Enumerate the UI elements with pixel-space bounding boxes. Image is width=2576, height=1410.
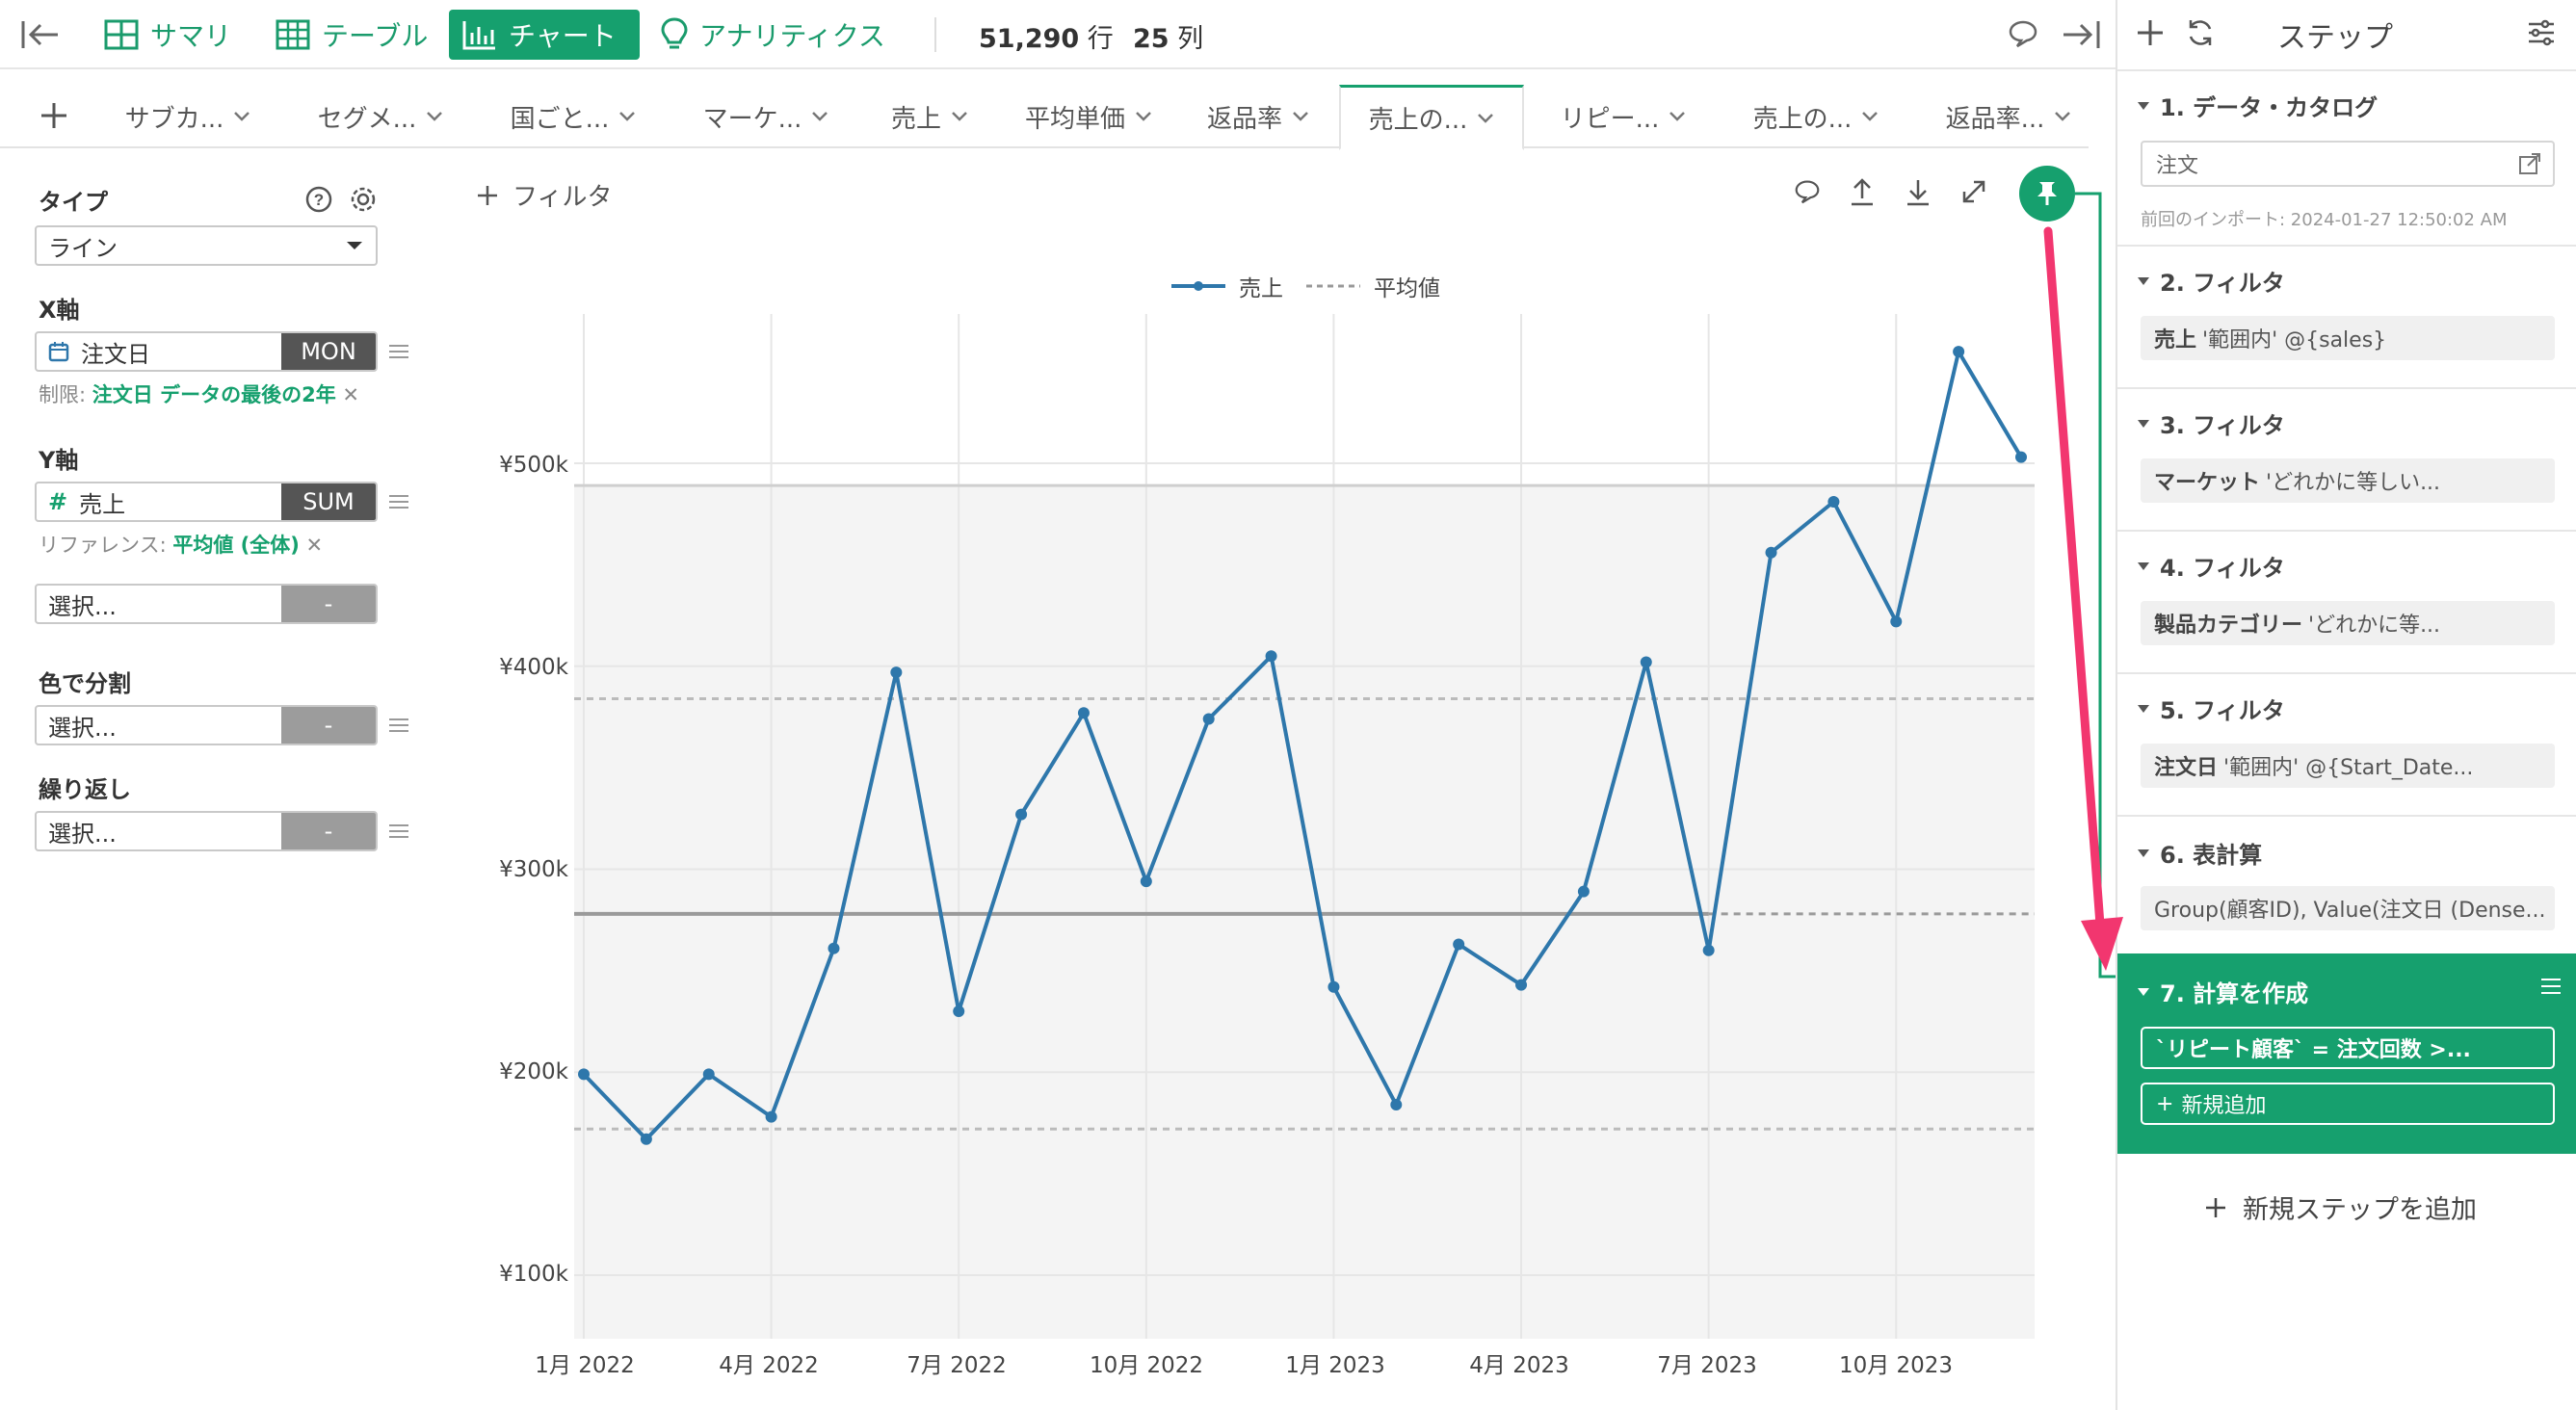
step-2-condition: '範囲内' @{sales} [2202, 328, 2387, 352]
data-point [1390, 1098, 1403, 1110]
step-1-source-field[interactable]: 注文 [2141, 141, 2555, 187]
steps-divider [2117, 387, 2576, 389]
step-3-field: マーケット [2154, 471, 2261, 495]
data-point [640, 1133, 652, 1145]
steps-panel: ステップ 1. データ・カタログ 注文 前回のインポート: 2024-01-27… [2116, 0, 2576, 1410]
steps-divider [2117, 530, 2576, 532]
caret-down-icon [2138, 704, 2149, 713]
step-2-field: 売上 [2154, 328, 2197, 352]
step-7-formula[interactable]: `リピート顧客` = 注文回数 >... [2141, 1027, 2555, 1069]
step-2-summary[interactable]: 売上 '範囲内' @{sales} [2141, 316, 2555, 360]
data-point [702, 1068, 715, 1081]
data-point [1265, 650, 1277, 663]
step-3-title: 3. フィルタ [2160, 412, 2285, 439]
step-4-condition: 'どれかに等... [2308, 614, 2441, 638]
step-6-summary[interactable]: Group(顧客ID), Value(注文日 (Dense... [2141, 886, 2555, 930]
step-3-header[interactable]: 3. フィルタ [2137, 406, 2285, 440]
data-point [1640, 656, 1652, 668]
data-point [1765, 546, 1777, 559]
step-5-condition: '範囲内' @{Start_Date... [2223, 756, 2474, 780]
step-7-title: 7. 計算を作成 [2160, 980, 2309, 1007]
step-5-summary[interactable]: 注文日 '範囲内' @{Start_Date... [2141, 744, 2555, 788]
step-4-summary[interactable]: 製品カテゴリー 'どれかに等... [2141, 601, 2555, 645]
steps-title: ステップ [2277, 21, 2393, 55]
caret-down-icon [2138, 987, 2149, 996]
step-2-header[interactable]: 2. フィルタ [2137, 264, 2285, 298]
add-step-icon[interactable] [2135, 17, 2166, 48]
step-6-title: 6. 表計算 [2160, 842, 2263, 869]
steps-divider [2117, 245, 2576, 247]
step-5-field: 注文日 [2154, 756, 2219, 780]
step-4-title: 4. フィルタ [2160, 555, 2285, 582]
step-1-title: 1. データ・カタログ [2160, 94, 2379, 121]
data-point [765, 1110, 777, 1123]
step-1-header[interactable]: 1. データ・カタログ [2137, 89, 2378, 122]
data-point [1327, 980, 1340, 993]
steps-divider [2117, 815, 2576, 817]
step-1-import-note: 前回のインポート: 2024-01-27 12:50:02 AM [2141, 210, 2508, 230]
step-3-condition: 'どれかに等しい... [2266, 471, 2441, 495]
data-point [1890, 615, 1903, 628]
step-5-header[interactable]: 5. フィルタ [2137, 692, 2285, 725]
data-point [1953, 346, 1965, 358]
refresh-icon[interactable] [2185, 17, 2216, 48]
step-7-add-new-label: 新規追加 [2181, 1094, 2267, 1118]
data-point [953, 1005, 965, 1018]
data-point [1015, 808, 1028, 821]
data-point [578, 1068, 590, 1081]
step-4-header[interactable]: 4. フィルタ [2137, 549, 2285, 583]
step-1-source-name: 注文 [2156, 154, 2199, 178]
data-point [1515, 979, 1528, 991]
caret-down-icon [2138, 849, 2149, 857]
step-5-title: 5. フィルタ [2160, 697, 2285, 724]
step-3-summary[interactable]: マーケット 'どれかに等しい... [2141, 458, 2555, 503]
steps-divider [2117, 672, 2576, 674]
step-7-card[interactable]: 7. 計算を作成 `リピート顧客` = 注文回数 >... + 新規追加 [2117, 953, 2576, 1154]
data-point [1202, 713, 1215, 725]
data-point [1702, 944, 1715, 956]
data-point [1140, 875, 1152, 888]
caret-down-icon [2138, 561, 2149, 570]
menu-icon[interactable] [2539, 977, 2563, 996]
settings-sliders-icon[interactable] [2526, 17, 2557, 48]
plus-icon [2206, 1197, 2225, 1217]
data-point [1077, 707, 1090, 719]
data-point [2015, 451, 2027, 463]
caret-down-icon [2138, 419, 2149, 428]
data-point [1827, 496, 1840, 509]
data-point [1577, 885, 1590, 898]
add-new-step-label: 新規ステップを追加 [2243, 1195, 2477, 1225]
step-4-field: 製品カテゴリー [2154, 614, 2303, 638]
plus-icon: + [2156, 1091, 2174, 1116]
data-point [828, 942, 840, 954]
step-6-header[interactable]: 6. 表計算 [2137, 836, 2262, 870]
data-point [1453, 938, 1465, 951]
external-link-icon[interactable] [2518, 152, 2541, 175]
step-2-title: 2. フィルタ [2160, 270, 2285, 297]
caret-down-icon [2138, 101, 2149, 110]
caret-down-icon [2138, 276, 2149, 285]
steps-divider [2117, 69, 2576, 71]
data-point [890, 666, 903, 679]
step-7-header[interactable]: 7. 計算を作成 [2137, 975, 2308, 1008]
add-new-step-button[interactable]: 新規ステップを追加 [2204, 1188, 2477, 1226]
step-7-add-new-button[interactable]: + 新規追加 [2141, 1083, 2555, 1125]
